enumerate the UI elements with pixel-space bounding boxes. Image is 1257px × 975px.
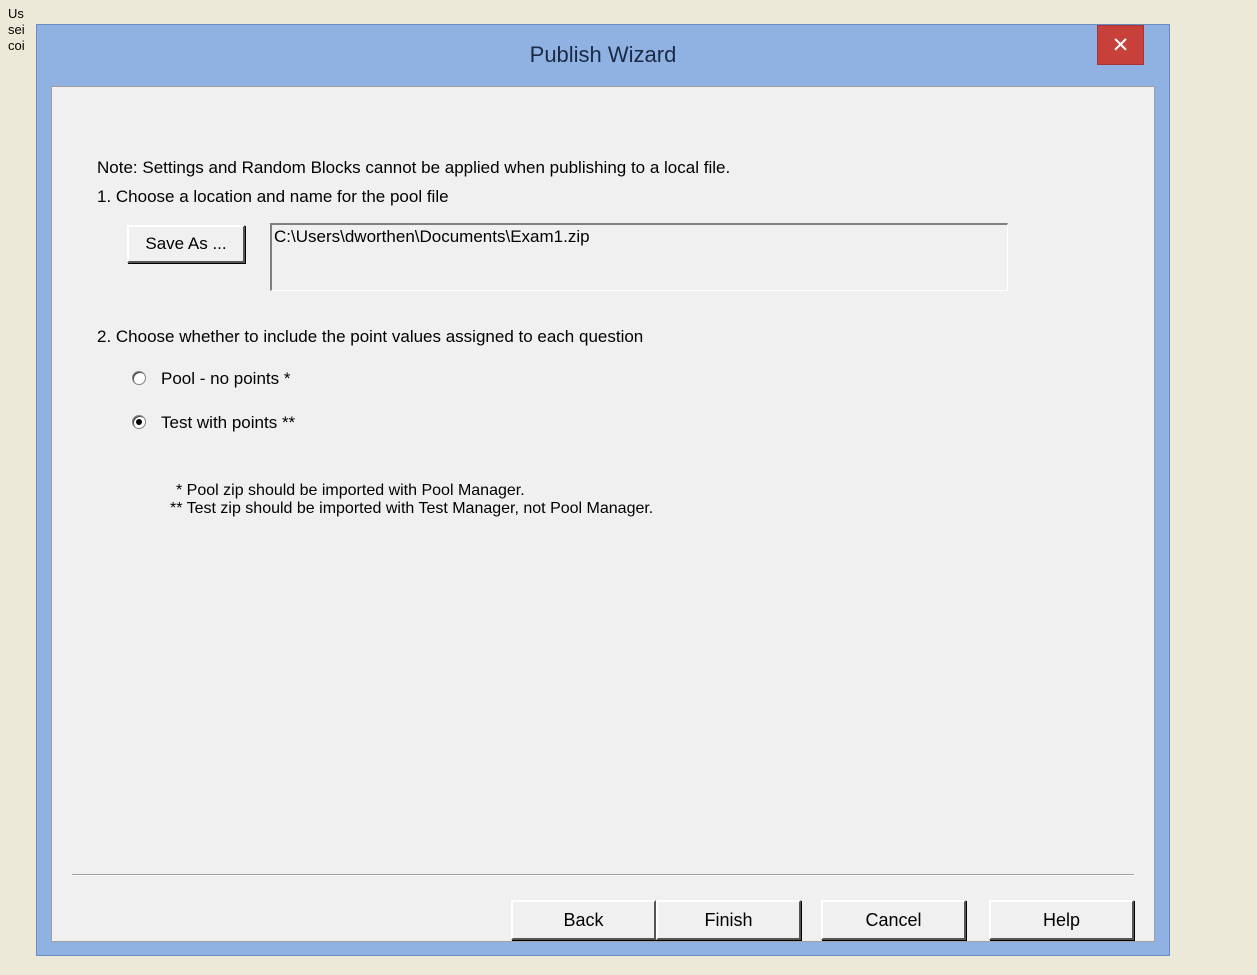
file-path-field[interactable]: C:\Users\dworthen\Documents\Exam1.zip	[270, 223, 1008, 291]
radio-test-with-points[interactable]	[132, 415, 146, 429]
title-bar[interactable]: Publish Wizard ✕	[37, 25, 1169, 86]
background-line: Us	[8, 6, 24, 21]
save-as-button[interactable]: Save As ...	[127, 225, 245, 263]
note-text: Note: Settings and Random Blocks cannot …	[97, 158, 731, 177]
radio-selected-dot	[136, 419, 142, 425]
window-title: Publish Wizard	[529, 42, 677, 67]
footnote-pool: * Pool zip should be imported with Pool …	[176, 482, 525, 499]
help-button[interactable]: Help	[989, 900, 1134, 940]
back-button[interactable]: Back	[511, 900, 656, 940]
step1-label: 1. Choose a location and name for the po…	[97, 187, 449, 206]
step2-label: 2. Choose whether to include the point v…	[97, 327, 644, 346]
option-label[interactable]: Pool - no points *	[161, 369, 290, 389]
finish-button[interactable]: Finish	[656, 900, 801, 940]
footnote-test: ** Test zip should be imported with Test…	[170, 500, 654, 517]
close-button[interactable]: ✕	[1097, 25, 1144, 65]
publish-wizard-dialog: Publish Wizard ✕ Note: Settings and Rand…	[36, 24, 1170, 956]
radio-pool-no-points[interactable]	[132, 371, 146, 385]
background-line: sei	[8, 22, 25, 37]
background-line: coi	[8, 38, 25, 53]
close-icon: ✕	[1111, 34, 1130, 57]
background-text: Us sei coi	[8, 6, 25, 54]
option-label[interactable]: Test with points **	[161, 413, 295, 433]
footer-divider	[72, 874, 1134, 876]
dialog-body: Note: Settings and Random Blocks cannot …	[51, 86, 1155, 942]
cancel-button[interactable]: Cancel	[821, 900, 966, 940]
